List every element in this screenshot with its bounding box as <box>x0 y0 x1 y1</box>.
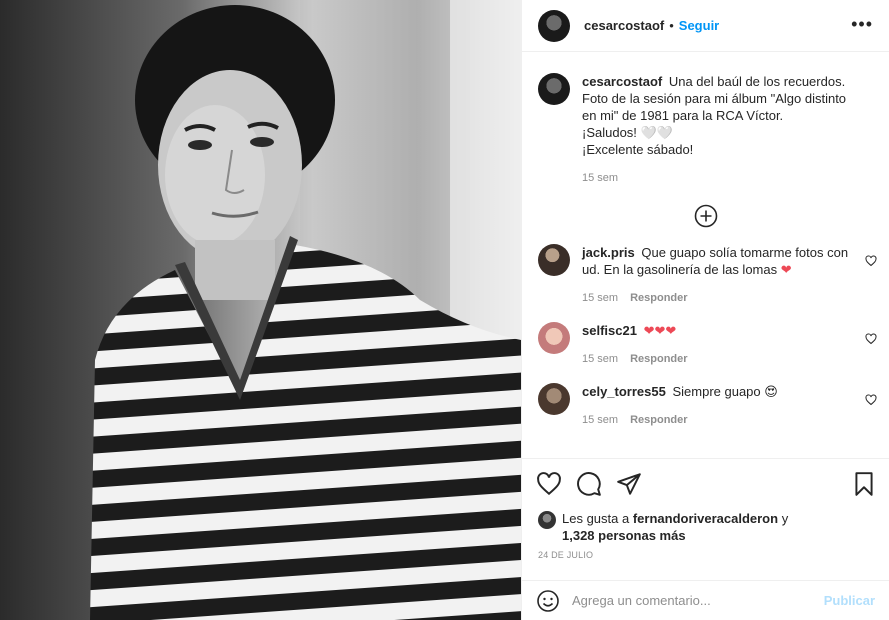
likes-count[interactable]: 1,328 personas más <box>562 528 686 543</box>
caption-meta: 15 sem <box>582 172 853 184</box>
publish-button[interactable]: Publicar <box>824 593 875 608</box>
photo-illustration <box>0 0 521 620</box>
avatar[interactable] <box>538 511 556 529</box>
comment-input[interactable] <box>572 593 824 608</box>
comment-meta: 15 sem Responder <box>582 353 853 365</box>
reply-button[interactable]: Responder <box>630 292 687 304</box>
separator-dot: • <box>669 18 674 33</box>
heart-icon[interactable] <box>865 394 877 406</box>
caption-line2: ¡Saludos! 🤍🤍 <box>582 125 673 140</box>
comment-meta: 15 sem Responder <box>582 292 853 304</box>
comment: selfisc21 ❤❤❤ 15 sem Responder <box>522 322 889 365</box>
comment-username[interactable]: jack.pris <box>582 245 635 260</box>
reply-button[interactable]: Responder <box>630 353 687 365</box>
comments-scroll[interactable]: cesarcostaof Una del baúl de los recuerd… <box>522 53 889 458</box>
comment-avatar[interactable] <box>538 383 570 415</box>
share-icon[interactable] <box>616 471 642 497</box>
likes-and: y <box>781 511 789 526</box>
comment-avatar[interactable] <box>538 244 570 276</box>
caption-avatar[interactable] <box>538 73 570 105</box>
comment-username[interactable]: cely_torres55 <box>582 384 666 399</box>
comment-emoji: 😍 <box>764 384 778 399</box>
comment-time: 15 sem <box>582 414 619 426</box>
heart-icon[interactable] <box>865 333 877 345</box>
post-photo[interactable] <box>0 0 521 620</box>
add-circle-icon[interactable] <box>694 204 718 228</box>
likes-user[interactable]: fernandoriveracalderon <box>633 511 778 526</box>
post-author-username[interactable]: cesarcostaof <box>584 18 664 33</box>
reply-button[interactable]: Responder <box>630 414 687 426</box>
comment-body: Siempre guapo <box>672 384 761 399</box>
comment-username[interactable]: selfisc21 <box>582 323 637 338</box>
emoji-icon[interactable] <box>536 589 560 613</box>
bookmark-icon[interactable] <box>851 471 877 497</box>
more-icon[interactable]: ••• <box>851 15 873 33</box>
comment-meta: 15 sem Responder <box>582 414 853 426</box>
comment-icon[interactable] <box>576 471 602 497</box>
comment: jack.pris Que guapo solía tomarme fotos … <box>522 244 889 304</box>
likes-summary: Les gusta a fernandoriveracalderon y 1,3… <box>538 510 873 544</box>
caption: cesarcostaof Una del baúl de los recuerd… <box>522 73 889 184</box>
load-more-comments[interactable] <box>522 204 889 228</box>
likes-prefix: Les gusta a <box>562 511 630 526</box>
heart-icon[interactable] <box>536 471 562 497</box>
comment-text: cely_torres55 Siempre guapo 😍 <box>582 383 853 400</box>
caption-line3: ¡Excelente sábado! <box>582 142 694 157</box>
post-panel: cesarcostaof • Seguir ••• cesarcostaof U… <box>521 0 889 620</box>
comment-time: 15 sem <box>582 292 619 304</box>
comment-text: selfisc21 ❤❤❤ <box>582 322 853 339</box>
caption-username[interactable]: cesarcostaof <box>582 74 662 89</box>
comment-text: jack.pris Que guapo solía tomarme fotos … <box>582 244 853 278</box>
caption-text: cesarcostaof Una del baúl de los recuerd… <box>582 73 853 158</box>
comment-form: Publicar <box>522 580 889 620</box>
post-header: cesarcostaof • Seguir ••• <box>522 0 889 52</box>
comment: cely_torres55 Siempre guapo 😍 15 sem Res… <box>522 383 889 426</box>
caption-time: 15 sem <box>582 172 619 184</box>
avatar[interactable] <box>538 9 570 42</box>
comment-time: 15 sem <box>582 353 619 365</box>
comment-emoji: ❤❤❤ <box>643 323 677 338</box>
heart-icon[interactable] <box>865 255 877 267</box>
comment-emoji: ❤ <box>780 262 792 277</box>
comment-avatar[interactable] <box>538 322 570 354</box>
action-bar <box>522 458 889 508</box>
follow-button[interactable]: Seguir <box>679 18 719 33</box>
post-date[interactable]: 24 DE JULIO <box>538 550 593 560</box>
